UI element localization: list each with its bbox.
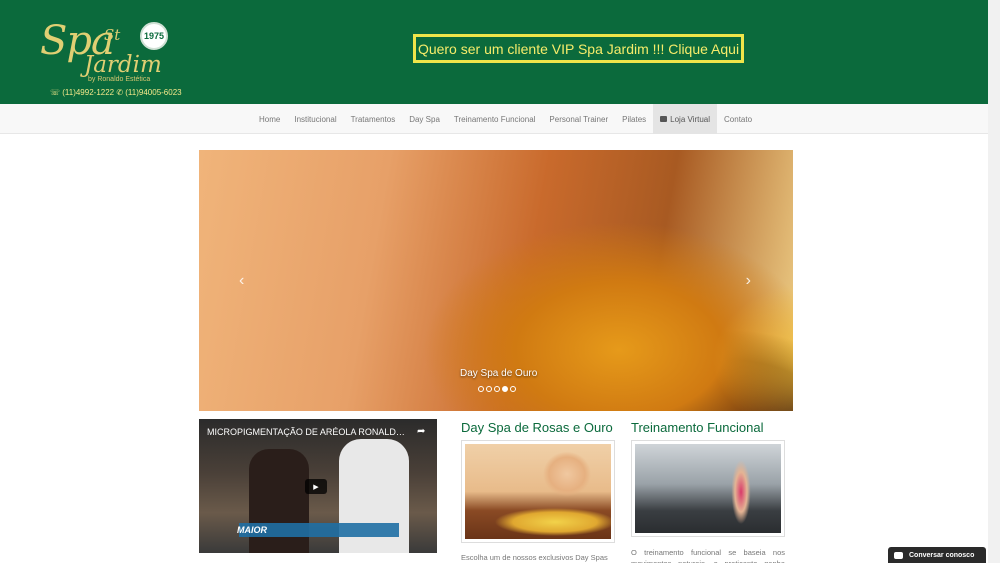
video-title[interactable]: MICROPIGMENTAÇÃO DE ARÉOLA RONALDO C... <box>207 427 407 437</box>
video-show-logo: MAIOR <box>237 525 267 535</box>
day-spa-rosas-thumbnail[interactable] <box>461 440 615 543</box>
nav-item-treinamento-funcional[interactable]: Treinamento Funcional <box>447 104 543 134</box>
nav-item-pilates[interactable]: Pilates <box>615 104 653 134</box>
day-spa-rosas-image <box>465 444 611 539</box>
since-1975-seal: 1975 <box>140 22 168 50</box>
hero-carousel: ‹ › Day Spa de Ouro <box>199 150 793 411</box>
chat-widget-button[interactable]: Conversar conosco <box>888 547 986 563</box>
carousel-indicator-active[interactable] <box>502 386 508 392</box>
video-person-left <box>249 449 309 553</box>
treinamento-funcional-thumbnail[interactable] <box>631 440 785 537</box>
seal-year: 1975 <box>143 31 165 41</box>
phone-numbers: ☏ (11)4992-1222 ✆ (11)94005-6023 <box>50 88 182 97</box>
treinamento-funcional-text: O treinamento funcional se baseia nos mo… <box>631 548 785 563</box>
nav-item-tratamentos[interactable]: Tratamentos <box>344 104 403 134</box>
nav-item-loja-virtual[interactable]: Loja Virtual <box>653 104 718 134</box>
nav-item-contato[interactable]: Contato <box>717 104 759 134</box>
youtube-video-embed[interactable]: MICROPIGMENTAÇÃO DE ARÉOLA RONALDO C... … <box>199 419 437 553</box>
nav-menu: Home Institucional Tratamentos Day Spa T… <box>252 104 759 134</box>
carousel-indicator[interactable] <box>510 386 516 392</box>
logo-jardim-text: Jardim <box>84 52 162 78</box>
day-spa-rosas-title[interactable]: Day Spa de Rosas e Ouro <box>461 420 613 435</box>
logo-byline: by Ronaldo Estética <box>88 76 151 83</box>
share-icon[interactable]: ➦ <box>417 426 425 437</box>
nav-item-loja-virtual-label: Loja Virtual <box>670 114 711 124</box>
treinamento-funcional-image <box>635 444 781 533</box>
logo-st-text: St <box>104 26 121 44</box>
carousel-next-icon[interactable]: › <box>746 272 751 290</box>
carousel-caption: Day Spa de Ouro <box>460 368 538 379</box>
carousel-prev-icon[interactable]: ‹ <box>239 272 244 290</box>
site-header: Spa St Jardim by Ronaldo Estética 1975 ☏… <box>0 0 988 104</box>
day-spa-rosas-text: Escolha um de nossos exclusivos Day Spas <box>461 553 608 562</box>
cart-icon <box>660 116 668 122</box>
vip-client-button[interactable]: Quero ser um cliente VIP Spa Jardim !!! … <box>413 34 744 63</box>
nav-item-home[interactable]: Home <box>252 104 287 134</box>
nav-item-day-spa[interactable]: Day Spa <box>402 104 447 134</box>
chat-icon <box>894 551 903 559</box>
nav-item-personal-trainer[interactable]: Personal Trainer <box>542 104 615 134</box>
carousel-indicator[interactable] <box>478 386 484 392</box>
chat-label: Conversar conosco <box>909 551 975 559</box>
main-navbar: Home Institucional Tratamentos Day Spa T… <box>0 104 988 134</box>
carousel-indicators <box>478 386 516 392</box>
nav-item-institucional[interactable]: Institucional <box>287 104 343 134</box>
page-scrollbar[interactable] <box>988 0 1000 563</box>
carousel-indicator[interactable] <box>486 386 492 392</box>
carousel-indicator[interactable] <box>494 386 500 392</box>
treinamento-funcional-title[interactable]: Treinamento Funcional <box>631 420 763 435</box>
play-icon[interactable]: ▶ <box>305 479 327 494</box>
